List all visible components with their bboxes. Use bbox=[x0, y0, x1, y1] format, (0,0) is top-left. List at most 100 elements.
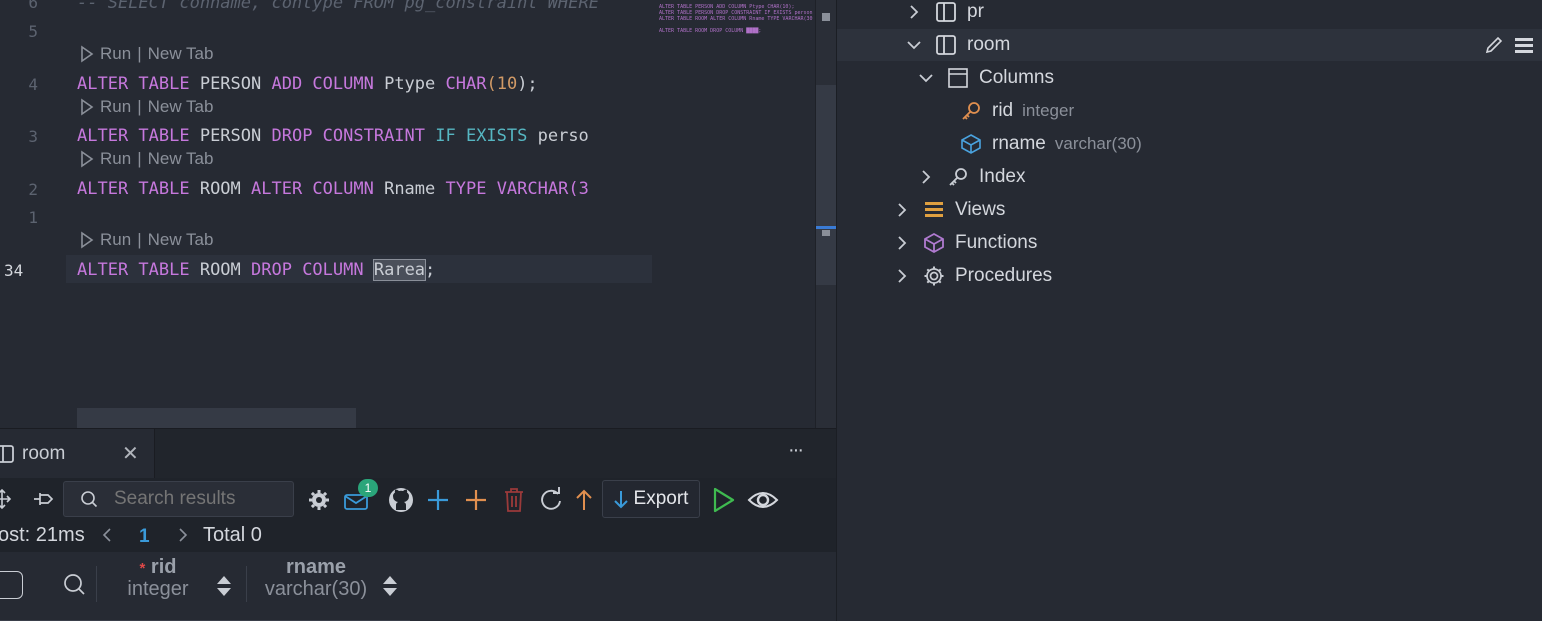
column-divider bbox=[246, 566, 247, 602]
refresh-icon[interactable] bbox=[537, 486, 565, 514]
codelens-run[interactable]: Run | New Tab bbox=[80, 97, 213, 117]
tree-item-column-rname[interactable]: rname varchar(30) bbox=[958, 129, 1142, 159]
tree-item-label: Functions bbox=[955, 232, 1038, 253]
tree-item-column-rid[interactable]: rid integer bbox=[958, 96, 1074, 126]
table-icon bbox=[933, 34, 959, 56]
run-link[interactable]: Run bbox=[100, 97, 131, 117]
tree-item-views[interactable]: Views bbox=[893, 195, 1005, 225]
play-outline-icon bbox=[81, 150, 94, 168]
eye-icon[interactable] bbox=[746, 487, 780, 513]
add-row-icon[interactable] bbox=[424, 487, 452, 513]
search-input[interactable] bbox=[112, 487, 286, 511]
new-tab-link[interactable]: New Tab bbox=[148, 97, 214, 117]
keyword: ADD COLUMN bbox=[271, 74, 374, 94]
run-play-icon[interactable] bbox=[710, 485, 738, 515]
vertical-scrollbar[interactable] bbox=[815, 0, 836, 428]
github-icon[interactable] bbox=[386, 486, 416, 514]
new-tab-link[interactable]: New Tab bbox=[148, 149, 214, 169]
table-icon bbox=[0, 444, 14, 464]
run-link[interactable]: Run bbox=[100, 149, 131, 169]
selected-word[interactable]: Rarea bbox=[372, 259, 427, 281]
tree-item-label: Index bbox=[979, 166, 1026, 187]
pin-icon[interactable] bbox=[32, 488, 56, 510]
line-number: 3 bbox=[28, 127, 38, 146]
sql-editor[interactable]: 6 -- SELECT conname, contype FROM pg_con… bbox=[0, 0, 836, 428]
pagination-bar: ost: 21ms 1 Total 0 bbox=[0, 520, 836, 552]
select-all-checkbox[interactable] bbox=[0, 571, 23, 599]
add-column-icon[interactable] bbox=[462, 487, 490, 513]
tab-label: room bbox=[22, 443, 66, 464]
codelens-run[interactable]: Run | New Tab bbox=[80, 44, 213, 64]
column-divider bbox=[96, 566, 97, 602]
tree-item-functions[interactable]: Functions bbox=[893, 228, 1037, 258]
column-header-rid[interactable]: * rid integer bbox=[108, 556, 208, 601]
tree-item-procedures[interactable]: Procedures bbox=[893, 261, 1052, 291]
export-label: Export bbox=[633, 488, 689, 509]
identifier: ROOM bbox=[189, 179, 252, 199]
current-page-number[interactable]: 1 bbox=[139, 526, 150, 548]
new-tab-link[interactable]: New Tab bbox=[148, 230, 214, 250]
settings-gear-icon[interactable] bbox=[306, 487, 332, 513]
tree-item-pr[interactable]: pr bbox=[905, 0, 984, 27]
arrow-up-icon[interactable] bbox=[571, 486, 597, 514]
code-line-current[interactable]: ALTER TABLE ROOM DROP COLUMN Rarea; bbox=[77, 257, 651, 283]
lens-separator: | bbox=[137, 149, 142, 168]
column-header-rname[interactable]: rname varchar(30) bbox=[258, 556, 374, 601]
code-line[interactable]: ALTER TABLE ROOM ALTER COLUMN Rname TYPE… bbox=[77, 176, 651, 202]
chevron-right-icon[interactable] bbox=[893, 202, 911, 218]
horizontal-scrollbar-thumb[interactable] bbox=[77, 408, 356, 428]
tree-item-columns[interactable]: Columns bbox=[917, 63, 1054, 93]
chevron-right-icon[interactable] bbox=[893, 268, 911, 284]
tree-item-room[interactable]: room bbox=[905, 30, 1010, 60]
code-line[interactable]: ALTER TABLE PERSON DROP CONSTRAINT IF EX… bbox=[77, 123, 651, 149]
search-icon[interactable] bbox=[62, 572, 86, 596]
chevron-right-icon[interactable] bbox=[917, 169, 935, 185]
chevron-down-icon[interactable] bbox=[905, 40, 923, 50]
tab-room[interactable]: room ✕ bbox=[0, 429, 155, 479]
chevron-right-icon[interactable] bbox=[893, 235, 911, 251]
sort-icon[interactable] bbox=[380, 571, 400, 601]
minimap[interactable]: ALTER TABLE PERSON ADD COLUMN Ptype CHAR… bbox=[655, 0, 815, 428]
more-options-icon[interactable]: ··· bbox=[788, 439, 804, 462]
minimap-line: ALTER TABLE ROOM DROP COLUMN ████; bbox=[659, 28, 762, 34]
close-icon[interactable]: ✕ bbox=[122, 441, 139, 466]
run-link[interactable]: Run bbox=[100, 230, 131, 250]
key-icon bbox=[958, 100, 984, 122]
chevron-right-icon[interactable] bbox=[178, 527, 188, 543]
column-header-name: rname bbox=[285, 556, 347, 578]
line-number: 5 bbox=[28, 22, 38, 41]
sort-icon[interactable] bbox=[214, 571, 234, 601]
column-type: integer bbox=[1022, 101, 1075, 120]
line-number: 6 bbox=[28, 0, 38, 12]
move-icon[interactable] bbox=[0, 487, 12, 511]
scroll-marker-cursor bbox=[816, 226, 836, 229]
run-link[interactable]: Run bbox=[100, 44, 131, 64]
column-name: rname bbox=[992, 133, 1046, 154]
column-header-type: integer bbox=[127, 578, 189, 600]
scroll-thumb[interactable] bbox=[816, 85, 836, 285]
line-number: 4 bbox=[28, 75, 38, 94]
edit-pencil-icon[interactable] bbox=[1483, 34, 1505, 56]
chevron-down-icon[interactable] bbox=[917, 73, 935, 83]
keyword: ALTER TABLE bbox=[77, 260, 190, 280]
codelens-run[interactable]: Run | New Tab bbox=[80, 230, 213, 250]
chevron-right-icon[interactable] bbox=[905, 4, 923, 20]
codelens-run[interactable]: Run | New Tab bbox=[80, 149, 213, 169]
keyword: IF EXISTS bbox=[425, 126, 528, 146]
tree-item-index[interactable]: Index bbox=[917, 162, 1025, 192]
delete-trash-icon[interactable] bbox=[500, 486, 528, 514]
chevron-left-icon[interactable] bbox=[102, 527, 112, 543]
keyword: ALTER TABLE bbox=[77, 179, 190, 199]
lens-separator: | bbox=[137, 230, 142, 249]
views-icon bbox=[921, 199, 947, 221]
menu-icon[interactable] bbox=[1513, 34, 1535, 56]
database-explorer[interactable]: pr room Columns rid integer rname varcha… bbox=[836, 0, 1542, 621]
code-line-comment[interactable]: -- SELECT conname, contype FROM pg_const… bbox=[77, 0, 651, 16]
column-header-type: varchar(30) bbox=[264, 578, 368, 600]
export-button[interactable]: Export bbox=[602, 480, 700, 518]
keyword: ALTER COLUMN bbox=[251, 179, 374, 199]
code-line[interactable]: ALTER TABLE PERSON ADD COLUMN Ptype CHAR… bbox=[77, 71, 651, 97]
search-results-box[interactable] bbox=[63, 481, 294, 517]
new-tab-link[interactable]: New Tab bbox=[148, 44, 214, 64]
